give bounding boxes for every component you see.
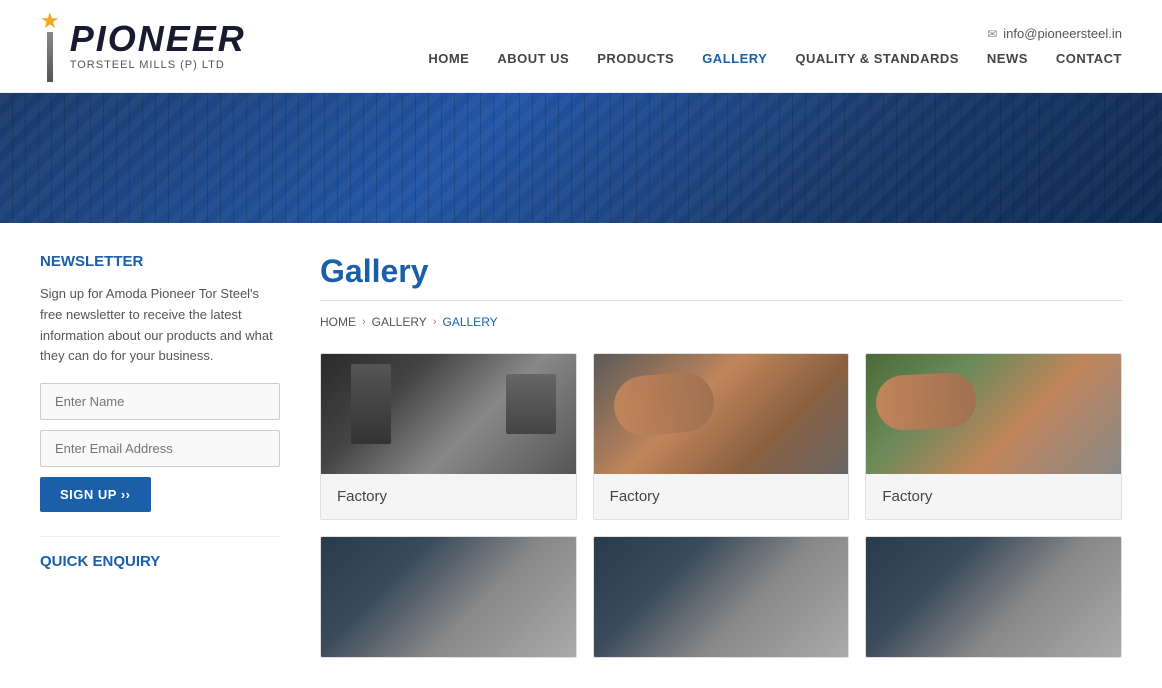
- gallery-item-6[interactable]: [865, 536, 1122, 658]
- name-input[interactable]: [40, 383, 280, 420]
- quick-enquiry-title: QUICK ENQUIRY: [40, 553, 280, 570]
- logo-pioneer-text: PIONEER: [70, 21, 246, 57]
- gallery-item-1[interactable]: Factory: [320, 353, 577, 520]
- nav-products[interactable]: PRODUCTS: [597, 51, 674, 66]
- sidebar-divider: [40, 536, 280, 537]
- gallery-label-3: Factory: [866, 474, 1121, 519]
- logo-subtitle-text: TORSTEEL MILLS (P) LTD: [70, 59, 246, 71]
- gallery-item-4[interactable]: [320, 536, 577, 658]
- gallery-item-5[interactable]: [593, 536, 850, 658]
- email-info: ✉ info@pioneersteel.in: [987, 26, 1122, 41]
- gallery-image-2: [594, 354, 849, 474]
- logo-text: PIONEER TORSTEEL MILLS (P) LTD: [70, 21, 246, 71]
- breadcrumb-home[interactable]: HOME: [320, 315, 356, 329]
- hero-banner: [0, 93, 1162, 223]
- gallery-label-1: Factory: [321, 474, 576, 519]
- nav-contact[interactable]: CONTACT: [1056, 51, 1122, 66]
- gallery-image-5: [594, 537, 849, 657]
- breadcrumb-gallery[interactable]: GALLERY: [372, 315, 427, 329]
- gallery-item-2[interactable]: Factory: [593, 353, 850, 520]
- page-title: Gallery: [320, 253, 1122, 290]
- site-header: ★ PIONEER TORSTEEL MILLS (P) LTD ✉ info@…: [0, 0, 1162, 93]
- email-link[interactable]: info@pioneersteel.in: [1003, 26, 1122, 41]
- nav-quality[interactable]: QUALITY & STANDARDS: [795, 51, 959, 66]
- gallery-label-2: Factory: [594, 474, 849, 519]
- logo[interactable]: ★ PIONEER TORSTEEL MILLS (P) LTD: [40, 10, 246, 82]
- hero-ridges: [0, 93, 1162, 223]
- newsletter-title: NEWSLETTER: [40, 253, 280, 270]
- newsletter-description: Sign up for Amoda Pioneer Tor Steel's fr…: [40, 284, 280, 367]
- gallery-image-4: [321, 537, 576, 657]
- email-input[interactable]: [40, 430, 280, 467]
- header-right: ✉ info@pioneersteel.in HOME ABOUT US PRO…: [428, 26, 1122, 66]
- breadcrumb-current: GALLERY: [443, 315, 498, 329]
- nav-about[interactable]: ABOUT US: [497, 51, 569, 66]
- nav-home[interactable]: HOME: [428, 51, 469, 66]
- pillar-icon: [47, 32, 53, 82]
- breadcrumb-arrow-1: ›: [362, 316, 366, 328]
- gallery-image-1: [321, 354, 576, 474]
- breadcrumb-arrow-2: ›: [433, 316, 437, 328]
- star-icon: ★: [40, 10, 60, 32]
- nav-news[interactable]: NEWS: [987, 51, 1028, 66]
- gallery-divider: [320, 300, 1122, 301]
- gallery-image-6: [866, 537, 1121, 657]
- sidebar: NEWSLETTER Sign up for Amoda Pioneer Tor…: [40, 253, 280, 658]
- gallery-item-3[interactable]: Factory: [865, 353, 1122, 520]
- main-nav: HOME ABOUT US PRODUCTS GALLERY QUALITY &…: [428, 51, 1122, 66]
- email-icon: ✉: [987, 27, 997, 41]
- main-content: NEWSLETTER Sign up for Amoda Pioneer Tor…: [0, 223, 1162, 688]
- breadcrumb: HOME › GALLERY › GALLERY: [320, 315, 1122, 329]
- signup-button[interactable]: SIGN UP ››: [40, 477, 151, 512]
- nav-gallery[interactable]: GALLERY: [702, 51, 767, 66]
- logo-icon: ★: [40, 10, 60, 82]
- gallery-grid: Factory Factory Factory: [320, 353, 1122, 658]
- gallery-area: Gallery HOME › GALLERY › GALLERY Factory…: [320, 253, 1122, 658]
- gallery-image-3: [866, 354, 1121, 474]
